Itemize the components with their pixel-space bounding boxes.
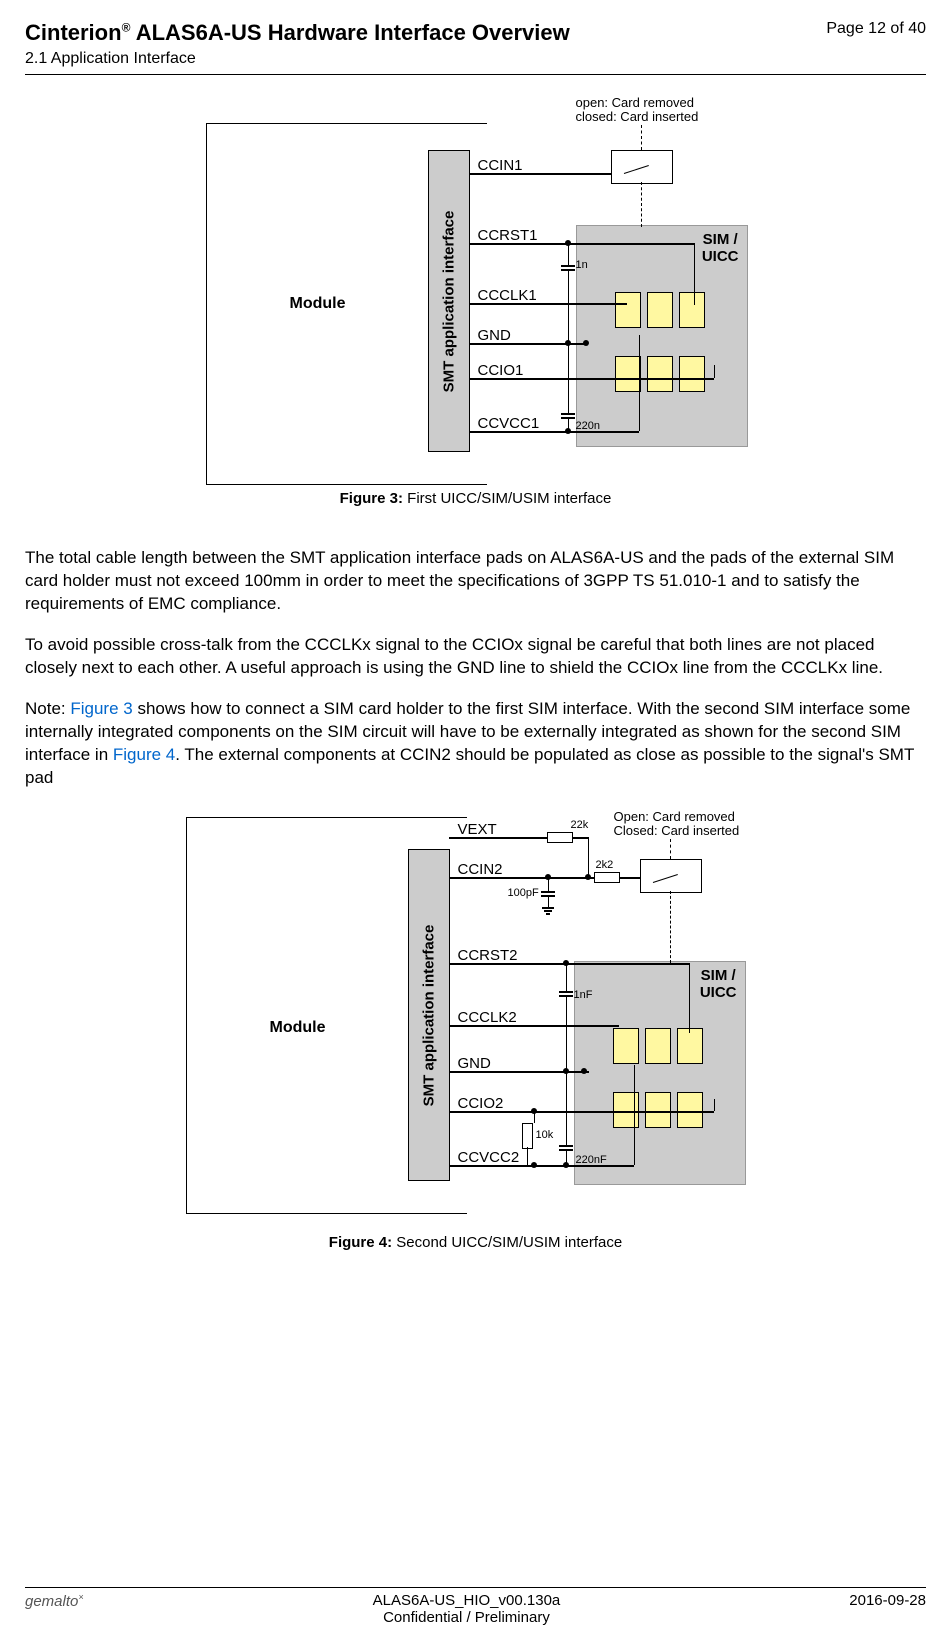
val-2k2: 2k2 bbox=[596, 859, 614, 871]
switch-icon-2 bbox=[640, 859, 702, 893]
sig-ccclk2: CCCLK2 bbox=[458, 1009, 517, 1026]
paragraph-2: To avoid possible cross-talk from the CC… bbox=[25, 634, 926, 680]
sig-ccin1: CCIN1 bbox=[478, 157, 523, 174]
smt-box-2: SMT application interface bbox=[408, 849, 450, 1181]
figure-3-diagram: open: Card removed closed: Card inserted… bbox=[25, 95, 926, 480]
sig-ccin2: CCIN2 bbox=[458, 861, 503, 878]
sig-ccrst2: CCRST2 bbox=[458, 947, 518, 964]
val-100pf: 100pF bbox=[508, 887, 539, 899]
cap-220n: 220n bbox=[576, 420, 600, 432]
resistor-10k bbox=[522, 1123, 533, 1149]
figure-3-caption: Figure 3: First UICC/SIM/USIM interface bbox=[25, 490, 926, 507]
footer-docid: ALAS6A-US_HIO_v00.130a bbox=[373, 1592, 561, 1609]
paragraph-3: Note: Figure 3 shows how to connect a SI… bbox=[25, 698, 926, 790]
paragraph-1: The total cable length between the SMT a… bbox=[25, 547, 926, 616]
link-figure-3[interactable]: Figure 3 bbox=[70, 699, 132, 718]
sig-ccio2: CCIO2 bbox=[458, 1095, 504, 1112]
sim-label: SIM / UICC bbox=[702, 232, 739, 265]
link-figure-4[interactable]: Figure 4 bbox=[113, 745, 175, 764]
sig-vext: VEXT bbox=[458, 821, 497, 838]
footer: gemalto× ALAS6A-US_HIO_v00.130a Confiden… bbox=[25, 1579, 926, 1627]
val-1nf: 1nF bbox=[574, 989, 593, 1001]
figure-4-diagram: Open: Card removed Closed: Card inserted… bbox=[25, 809, 926, 1224]
sig-ccio1: CCIO1 bbox=[478, 362, 524, 379]
sim-box: SIM / UICC bbox=[576, 225, 748, 447]
sig-ccclk1: CCCLK1 bbox=[478, 287, 537, 304]
footer-date: 2016-09-28 bbox=[849, 1592, 926, 1626]
smt-box: SMT application interface bbox=[428, 150, 470, 452]
resistor-22k bbox=[547, 832, 573, 843]
sig-gnd2: GND bbox=[458, 1055, 491, 1072]
module-label: Module bbox=[290, 295, 346, 313]
resistor-2k2 bbox=[594, 872, 620, 883]
val-10k: 10k bbox=[536, 1129, 554, 1141]
figure-4-caption: Figure 4: Second UICC/SIM/USIM interface bbox=[25, 1234, 926, 1251]
doc-title: Cinterion® ALAS6A-US Hardware Interface … bbox=[25, 20, 570, 45]
note-open: open: Card removed bbox=[576, 95, 695, 110]
sig-ccvcc1: CCVCC1 bbox=[478, 415, 540, 432]
sim-box-2: SIM / UICC bbox=[574, 961, 746, 1185]
note-closed: closed: Card inserted bbox=[576, 109, 699, 124]
val-22k: 22k bbox=[571, 819, 589, 831]
footer-conf: Confidential / Preliminary bbox=[373, 1609, 561, 1626]
cap-1n: 1n bbox=[576, 259, 588, 271]
header-rule bbox=[25, 74, 926, 75]
note-open-2: Open: Card removed bbox=[614, 809, 735, 824]
doc-subtitle: 2.1 Application Interface bbox=[25, 50, 570, 68]
sig-ccrst1: CCRST1 bbox=[478, 227, 538, 244]
switch-icon bbox=[611, 150, 673, 184]
footer-logo: gemalto× bbox=[25, 1592, 84, 1626]
sim-label-2: SIM / UICC bbox=[700, 968, 737, 1001]
sig-ccvcc2: CCVCC2 bbox=[458, 1149, 520, 1166]
val-220nf: 220nF bbox=[576, 1154, 607, 1166]
sig-gnd: GND bbox=[478, 327, 511, 344]
page-number: Page 12 of 40 bbox=[826, 20, 926, 38]
note-closed-2: Closed: Card inserted bbox=[614, 823, 740, 838]
module-label-2: Module bbox=[270, 1019, 326, 1037]
